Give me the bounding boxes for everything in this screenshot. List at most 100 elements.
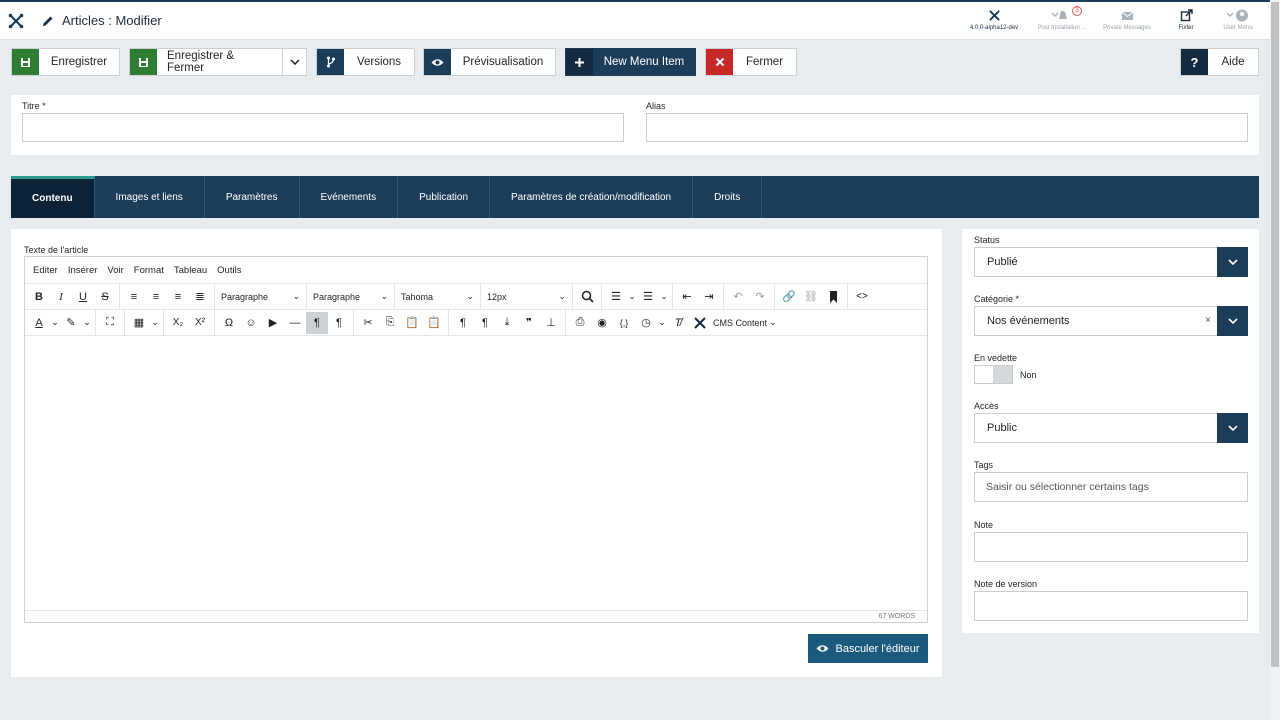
joomla-logo-icon[interactable] — [8, 13, 24, 29]
fixter-link[interactable]: Fixter — [1166, 9, 1206, 31]
redo-icon[interactable]: ↷ — [749, 286, 771, 308]
bookmark-icon[interactable] — [822, 286, 844, 308]
font-size-select[interactable]: 12px ⌄ — [481, 283, 573, 310]
menu-tools[interactable]: Outils — [217, 265, 241, 276]
new-menu-item-button[interactable]: New Menu Item — [565, 48, 696, 76]
preview-eye-icon[interactable]: ◉ — [591, 312, 613, 334]
menu-insert[interactable]: Insérer — [68, 265, 98, 276]
special-character-icon[interactable]: Ω — [218, 312, 240, 334]
paste-icon[interactable]: 📋 — [401, 312, 423, 334]
category-select[interactable]: Nos événements × — [974, 306, 1248, 336]
tab-permissions[interactable]: Droits — [693, 176, 763, 218]
text-color-icon[interactable]: A — [28, 312, 50, 334]
link-icon[interactable]: 🔗 — [778, 286, 800, 308]
ltr-direction-icon[interactable]: ¶ — [306, 311, 328, 334]
tab-content[interactable]: Contenu — [11, 176, 95, 218]
private-messages-link[interactable]: Private Messages — [1098, 9, 1156, 31]
status-select[interactable]: Publié — [974, 247, 1248, 277]
user-menu-link[interactable]: User Menu — [1218, 9, 1258, 31]
subscript-icon[interactable]: X₂ — [167, 312, 189, 334]
page-scrollbar[interactable] — [1270, 0, 1280, 720]
tab-events[interactable]: Evénements — [300, 176, 399, 218]
chevron-down-icon[interactable]: ⌄ — [150, 312, 160, 334]
italic-icon[interactable]: I — [50, 286, 72, 308]
page-break-icon[interactable]: ⤓ — [496, 312, 518, 334]
close-button[interactable]: Fermer — [705, 48, 797, 76]
tags-input[interactable]: Saisir ou sélectionner certains tags — [974, 472, 1248, 502]
source-code-icon[interactable]: <> — [851, 286, 873, 308]
chevron-down-icon[interactable]: ⌄ — [659, 286, 669, 308]
cms-content-dropdown[interactable]: CMS Content — [711, 318, 767, 328]
save-icon — [12, 49, 39, 75]
copy-icon[interactable]: ⎘ — [379, 312, 401, 334]
clear-selection-icon[interactable]: × — [1205, 315, 1211, 326]
font-family-select[interactable]: Tahoma ⌄ — [395, 283, 481, 310]
post-installation-link[interactable]: 3 Post Installation ... — [1034, 6, 1090, 31]
tab-creation-settings[interactable]: Paramètres de création/modification — [490, 176, 694, 218]
versions-button[interactable]: Versions — [316, 48, 415, 76]
align-center-icon[interactable]: ≡ — [145, 286, 167, 308]
featured-switch[interactable] — [974, 365, 1013, 384]
editor-content-area[interactable] — [25, 337, 927, 611]
emoticon-icon[interactable]: ☺ — [240, 312, 262, 334]
unlink-icon[interactable]: ⛓ — [800, 286, 822, 308]
paste-text-icon[interactable]: 📋 — [423, 312, 445, 334]
toggle-editor-button[interactable]: Basculer l'éditeur — [808, 634, 928, 663]
strikethrough-icon[interactable]: S — [94, 286, 116, 308]
version-note-input[interactable] — [974, 591, 1248, 621]
alias-input[interactable] — [646, 113, 1248, 142]
title-input[interactable] — [22, 113, 624, 142]
joomla-icon[interactable] — [689, 312, 711, 334]
clock-icon[interactable]: ◷ — [635, 312, 657, 334]
cut-icon[interactable]: ✂ — [357, 312, 379, 334]
tab-images-links[interactable]: Images et liens — [95, 176, 205, 218]
tab-publication[interactable]: Publication — [398, 176, 491, 218]
save-button[interactable]: Enregistrer — [11, 48, 120, 76]
align-right-icon[interactable]: ≡ — [167, 286, 189, 308]
clear-format-icon[interactable]: T̸ — [667, 312, 689, 334]
chevron-down-icon[interactable]: ⌄ — [657, 312, 667, 334]
chevron-down-icon[interactable]: ⌄ — [50, 312, 60, 334]
table-icon[interactable]: ▦ — [128, 312, 150, 334]
undo-icon[interactable]: ↶ — [727, 286, 749, 308]
site-link[interactable]: 4.0.0-alpha12-dev — [966, 9, 1022, 31]
save-close-button[interactable]: Enregistrer & Fermer — [129, 48, 283, 76]
outdent-icon[interactable]: ⇤ — [676, 286, 698, 308]
indent-icon[interactable]: ⇥ — [698, 286, 720, 308]
preview-button[interactable]: Prévisualisation — [423, 48, 556, 76]
horizontal-rule-icon[interactable]: — — [284, 312, 306, 334]
template-icon[interactable]: {,} — [613, 312, 635, 334]
note-input[interactable] — [974, 532, 1248, 562]
chevron-down-icon[interactable]: ⌄ — [767, 312, 779, 334]
menu-view[interactable]: Voir — [107, 265, 123, 276]
superscript-icon[interactable]: X² — [189, 312, 211, 334]
access-select[interactable]: Public — [974, 413, 1248, 443]
bold-icon[interactable]: B — [28, 286, 50, 308]
scrollbar-thumb[interactable] — [1271, 2, 1279, 667]
menu-table[interactable]: Tableau — [174, 265, 207, 276]
rtl-direction-icon[interactable]: ¶ — [328, 312, 350, 334]
menu-edit[interactable]: Editer — [33, 265, 58, 276]
visual-chars-icon[interactable]: ¶ — [474, 312, 496, 334]
highlight-color-icon[interactable]: ✎ — [60, 312, 82, 334]
search-replace-icon[interactable] — [576, 286, 598, 308]
help-button[interactable]: ? Aide — [1180, 48, 1259, 76]
save-options-dropdown[interactable] — [282, 48, 307, 76]
chevron-down-icon[interactable]: ⌄ — [627, 286, 637, 308]
media-icon[interactable]: ▶ — [262, 312, 284, 334]
underline-icon[interactable]: U — [72, 286, 94, 308]
align-justify-icon[interactable]: ≣ — [189, 286, 211, 308]
print-icon[interactable]: ⎙ — [569, 312, 591, 334]
bullet-list-icon[interactable]: ☰ — [605, 286, 627, 308]
align-left-icon[interactable]: ≡ — [123, 286, 145, 308]
show-blocks-icon[interactable]: ¶ — [452, 312, 474, 334]
fullscreen-icon[interactable]: ⛶ — [99, 312, 121, 334]
block-format-select[interactable]: Paragraphe ⌄ — [215, 283, 307, 310]
numbered-list-icon[interactable]: ☰ — [637, 286, 659, 308]
style-select[interactable]: Paragraphe ⌄ — [307, 283, 395, 310]
menu-format[interactable]: Format — [134, 265, 164, 276]
chevron-down-icon[interactable]: ⌄ — [82, 312, 92, 334]
stamp-icon[interactable]: ⊥ — [540, 312, 562, 334]
tab-parameters[interactable]: Paramètres — [205, 176, 300, 218]
blockquote-icon[interactable]: ❞ — [518, 312, 540, 334]
